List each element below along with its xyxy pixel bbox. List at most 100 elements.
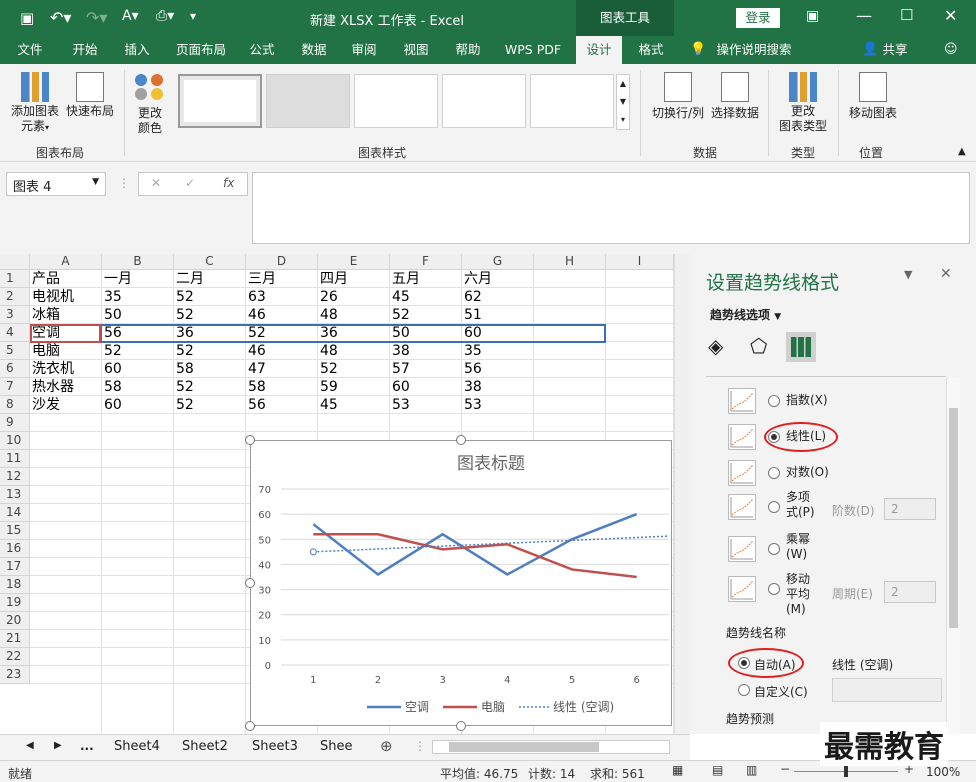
table-cell[interactable]: 58	[246, 378, 266, 396]
ribbon-display-icon[interactable]: ▣	[806, 8, 819, 24]
table-cell[interactable]: 59	[318, 378, 338, 396]
row-header[interactable]: 9	[0, 414, 30, 432]
table-cell[interactable]: 46	[246, 342, 266, 360]
undo-icon[interactable]: ↶▾	[50, 8, 71, 27]
row-header[interactable]: 19	[0, 594, 30, 612]
sheet-tab-sheet4[interactable]: Sheet4	[114, 739, 160, 754]
format-painter-icon[interactable]: A▾	[122, 8, 139, 24]
custom-name-input[interactable]	[832, 678, 942, 702]
chart-title[interactable]: 图表标题	[457, 454, 525, 474]
trendline-type-radio[interactable]	[768, 467, 780, 479]
zoom-out-icon[interactable]: −	[780, 762, 790, 776]
sheet-tab-partial[interactable]: Shee	[320, 739, 353, 754]
table-cell[interactable]: 58	[102, 378, 122, 396]
move-chart-button[interactable]: 移动图表	[842, 72, 904, 121]
column-header[interactable]: F	[390, 254, 462, 270]
column-header[interactable]: C	[174, 254, 246, 270]
table-cell[interactable]: 45	[318, 396, 338, 414]
table-cell[interactable]: 60	[102, 360, 122, 378]
vertical-scrollbar[interactable]	[674, 254, 690, 734]
table-cell[interactable]: 26	[318, 288, 338, 306]
customize-qat-icon[interactable]: ▾	[190, 9, 196, 23]
table-cell[interactable]: 38	[390, 342, 410, 360]
prev-sheet-icon[interactable]: ◀	[26, 740, 34, 751]
chart-style-5[interactable]	[530, 74, 614, 128]
row-header[interactable]: 5	[0, 342, 30, 360]
table-cell[interactable]: 62	[462, 288, 482, 306]
tab-wps-pdf[interactable]: WPS PDF	[498, 36, 568, 64]
switch-row-column-button[interactable]: 切换行/列	[648, 72, 708, 121]
table-cell[interactable]: 53	[462, 396, 482, 414]
effects-icon[interactable]: ⬠	[750, 334, 767, 358]
table-cell[interactable]: 52	[174, 396, 194, 414]
tab-view[interactable]: 视图	[394, 36, 438, 64]
row-header[interactable]: 16	[0, 540, 30, 558]
table-cell[interactable]: 52	[174, 342, 194, 360]
table-cell[interactable]: 五月	[390, 270, 420, 288]
tell-me-search[interactable]: 操作说明搜索	[712, 36, 796, 64]
select-all-corner[interactable]	[0, 254, 30, 270]
trendline-type-radio[interactable]	[768, 583, 780, 595]
resize-handle[interactable]	[456, 721, 466, 731]
table-cell[interactable]: 35	[102, 288, 122, 306]
feedback-icon[interactable]: ☺	[944, 42, 958, 57]
tab-formulas[interactable]: 公式	[240, 36, 284, 64]
sheet-tab-sheet3[interactable]: Sheet3	[252, 739, 298, 754]
close-pane-icon[interactable]: ✕	[940, 266, 952, 282]
table-cell[interactable]: 产品	[30, 270, 60, 288]
trendline-type-radio[interactable]	[768, 543, 780, 555]
row-header[interactable]: 22	[0, 648, 30, 666]
row-header[interactable]: 3	[0, 306, 30, 324]
table-cell[interactable]: 35	[462, 342, 482, 360]
row-header[interactable]: 14	[0, 504, 30, 522]
column-header[interactable]: D	[246, 254, 318, 270]
legend-label[interactable]: 线性 (空调)	[553, 700, 614, 714]
table-cell[interactable]: 50	[102, 306, 122, 324]
quick-layout-button[interactable]: 快速布局	[62, 72, 118, 119]
row-header[interactable]: 7	[0, 378, 30, 396]
table-cell[interactable]: 47	[246, 360, 266, 378]
chart-style-4[interactable]	[442, 74, 526, 128]
chart-style-2[interactable]	[266, 74, 350, 128]
trendline-options-icon[interactable]	[786, 332, 816, 362]
normal-view-icon[interactable]: ▦	[672, 763, 683, 777]
insert-function-icon[interactable]: fx	[223, 176, 234, 190]
table-cell[interactable]: 48	[318, 342, 338, 360]
row-header[interactable]: 13	[0, 486, 30, 504]
cancel-icon[interactable]: ✕	[151, 176, 161, 190]
table-cell[interactable]: 三月	[246, 270, 276, 288]
styles-scroll-buttons[interactable]: ▲ ▼ ▾	[616, 74, 630, 130]
row-header[interactable]: 2	[0, 288, 30, 306]
table-cell[interactable]: 45	[390, 288, 410, 306]
column-header[interactable]: A	[30, 254, 102, 270]
tab-review[interactable]: 审阅	[342, 36, 386, 64]
tab-page-layout[interactable]: 页面布局	[170, 36, 232, 64]
minimize-icon[interactable]: —	[856, 6, 872, 25]
page-layout-view-icon[interactable]: ▤	[712, 763, 723, 777]
tab-file[interactable]: 文件	[8, 36, 52, 64]
table-cell[interactable]: 电脑	[30, 342, 60, 360]
enter-icon[interactable]: ✓	[185, 176, 195, 190]
legend-label[interactable]: 电脑	[481, 700, 505, 714]
maximize-icon[interactable]: ☐	[900, 6, 913, 24]
table-cell[interactable]: 二月	[174, 270, 204, 288]
table-cell[interactable]: 48	[318, 306, 338, 324]
pane-scrollbar[interactable]	[946, 378, 960, 734]
table-cell[interactable]: 热水器	[30, 378, 74, 396]
horizontal-scrollbar[interactable]	[432, 740, 670, 754]
table-cell[interactable]: 52	[174, 306, 194, 324]
table-cell[interactable]: 52	[102, 342, 122, 360]
row-header[interactable]: 4	[0, 324, 30, 342]
table-cell[interactable]: 60	[390, 378, 410, 396]
column-header[interactable]: E	[318, 254, 390, 270]
row-header[interactable]: 20	[0, 612, 30, 630]
chart-style-3[interactable]	[354, 74, 438, 128]
table-cell[interactable]: 52	[174, 288, 194, 306]
row-header[interactable]: 11	[0, 450, 30, 468]
tab-home[interactable]: 开始	[62, 36, 108, 64]
table-cell[interactable]: 洗衣机	[30, 360, 74, 378]
table-cell[interactable]: 六月	[462, 270, 492, 288]
save-icon[interactable]: ▣	[20, 9, 34, 27]
close-icon[interactable]: ✕	[944, 6, 957, 25]
table-cell[interactable]: 58	[174, 360, 194, 378]
